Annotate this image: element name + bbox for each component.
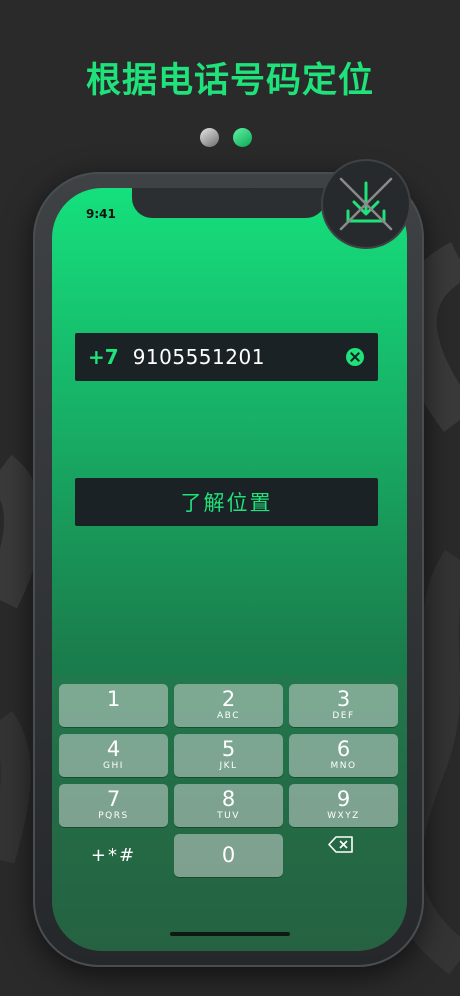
home-indicator bbox=[170, 932, 290, 936]
download-icon bbox=[339, 177, 393, 231]
key-digit: 2 bbox=[221, 687, 236, 711]
country-code[interactable]: +7 bbox=[88, 345, 119, 369]
key-letters: JKL bbox=[219, 761, 238, 771]
key-3[interactable]: 3 DEF bbox=[289, 684, 398, 727]
phone-screen: 9:41 +7 9105551201 了解位置 1 2 ABC 3 DEF 4 GHI… bbox=[52, 188, 407, 951]
page-dot-2[interactable] bbox=[233, 128, 252, 147]
key-digit: 6 bbox=[336, 737, 351, 761]
keypad: 1 2 ABC 3 DEF 4 GHI 5 JKL 6 MNO 7 PQRS 8 TUV 9W… bbox=[52, 676, 407, 951]
key-digit: 4 bbox=[106, 737, 121, 761]
key-digit: 8 bbox=[221, 787, 236, 811]
key-digit: 3 bbox=[336, 687, 351, 711]
key-letters: DEF bbox=[332, 711, 355, 721]
key-2[interactable]: 2 ABC bbox=[174, 684, 283, 727]
key-letters: TUV bbox=[217, 811, 240, 821]
phone-number-field[interactable]: +7 9105551201 bbox=[75, 333, 378, 381]
key-4[interactable]: 4 GHI bbox=[59, 734, 168, 777]
key-digit: 9 bbox=[336, 787, 351, 811]
key-0[interactable]: 0 bbox=[174, 834, 283, 877]
status-time: 9:41 bbox=[86, 207, 116, 221]
key-letters: MNO bbox=[330, 761, 357, 771]
key-letters: WXYZ bbox=[327, 811, 360, 821]
key-digit: 1 bbox=[106, 687, 121, 711]
headline: 根据电话号码定位 bbox=[85, 61, 374, 101]
page-dot-1[interactable] bbox=[200, 128, 219, 147]
key-1[interactable]: 1 bbox=[59, 684, 168, 727]
key-7[interactable]: 7 PQRS bbox=[59, 784, 168, 827]
notch bbox=[132, 188, 326, 218]
clear-icon[interactable] bbox=[346, 348, 364, 366]
key-letters: ABC bbox=[217, 711, 240, 721]
download-button[interactable] bbox=[323, 161, 409, 247]
page-indicator[interactable] bbox=[200, 128, 252, 147]
key-5[interactable]: 5 JKL bbox=[174, 734, 283, 777]
key-letters: PQRS bbox=[98, 811, 129, 821]
key-digit: 5 bbox=[221, 737, 236, 761]
locate-button[interactable]: 了解位置 bbox=[75, 478, 378, 526]
symbols-key[interactable]: +*# bbox=[59, 834, 168, 877]
backspace-icon[interactable] bbox=[328, 836, 354, 853]
key-6[interactable]: 6 MNO bbox=[289, 734, 398, 777]
key-9[interactable]: 9 WXYZ bbox=[289, 784, 398, 827]
key-digit: 7 bbox=[106, 787, 121, 811]
key-digit: 0 bbox=[221, 843, 236, 867]
phone-number-input[interactable]: 9105551201 bbox=[133, 345, 265, 369]
key-letters: GHI bbox=[103, 761, 124, 771]
key-8[interactable]: 8 TUV bbox=[174, 784, 283, 827]
